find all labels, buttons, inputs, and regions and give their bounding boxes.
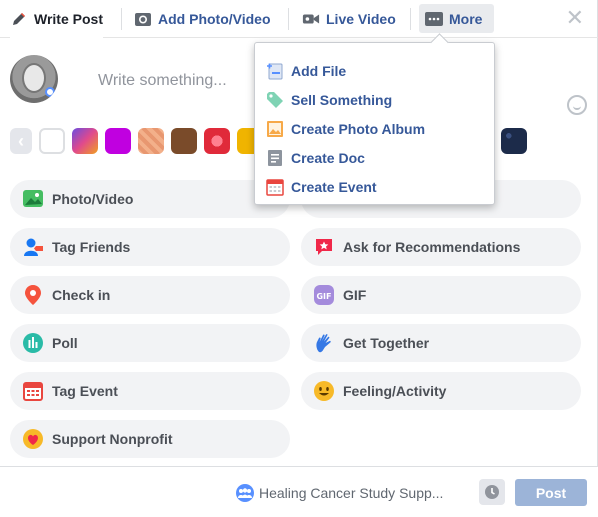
tab-label: Add Photo/Video — [158, 10, 271, 27]
action-label: Ask for Recommendations — [343, 239, 521, 255]
tab-divider — [121, 8, 122, 30]
palette-swatch[interactable] — [501, 128, 527, 154]
photo-album-icon — [265, 119, 285, 139]
background-palette: ‹ — [10, 128, 263, 156]
action-label: Tag Friends — [52, 239, 131, 255]
action-label: Support Nonprofit — [52, 431, 173, 447]
tag-icon — [265, 90, 285, 110]
calendar-icon — [21, 379, 45, 403]
menu-item-create-doc[interactable]: Create Doc — [255, 143, 494, 172]
group-icon — [236, 484, 254, 502]
wave-hand-icon — [312, 331, 336, 355]
palette-swatch[interactable] — [138, 128, 164, 154]
doc-icon — [265, 148, 285, 168]
tag-friends-icon — [21, 235, 45, 259]
tab-label: Write Post — [34, 10, 103, 27]
menu-item-add-file[interactable]: Add File — [255, 56, 494, 85]
action-tag-event[interactable]: Tag Event — [10, 372, 290, 410]
smiley-icon — [312, 379, 336, 403]
menu-item-label: Add File — [291, 62, 347, 79]
close-icon[interactable]: ✕ — [566, 7, 584, 29]
audience-label: Healing Cancer Study Supp... — [259, 485, 444, 501]
action-gif[interactable]: GIF GIF — [301, 276, 581, 314]
gif-icon: GIF — [312, 283, 336, 307]
post-text-input[interactable]: Write something... — [98, 72, 227, 90]
palette-prev-button[interactable]: ‹ — [10, 128, 32, 154]
post-composer: Write Post Add Photo/Video Live Video Mo… — [0, 0, 598, 517]
tab-more[interactable]: More — [425, 0, 482, 37]
palette-swatch[interactable] — [39, 128, 65, 154]
recommendation-icon — [312, 235, 336, 259]
menu-item-sell-something[interactable]: Sell Something — [255, 85, 494, 114]
add-file-icon — [265, 61, 285, 81]
tab-write-post[interactable]: Write Post — [10, 0, 103, 38]
tab-live-video[interactable]: Live Video — [302, 0, 396, 37]
action-label: Get Together — [343, 335, 430, 351]
menu-item-label: Create Event — [291, 178, 377, 195]
calendar-icon — [265, 177, 285, 197]
action-get-together[interactable]: Get Together — [301, 324, 581, 362]
palette-swatch[interactable] — [72, 128, 98, 154]
tab-divider — [410, 8, 411, 30]
action-poll[interactable]: Poll — [10, 324, 290, 362]
action-photo-video[interactable]: Photo/Video — [10, 180, 290, 218]
camera-icon — [134, 10, 152, 28]
action-label: Poll — [52, 335, 78, 351]
action-support-nonprofit[interactable]: Support Nonprofit — [10, 420, 290, 458]
heart-icon — [21, 427, 45, 451]
pencil-icon — [10, 10, 28, 28]
menu-item-create-photo-album[interactable]: Create Photo Album — [255, 114, 494, 143]
photo-icon — [21, 187, 45, 211]
video-camera-icon — [302, 10, 320, 28]
action-tag-friends[interactable]: Tag Friends — [10, 228, 290, 266]
menu-item-label: Create Photo Album — [291, 120, 426, 137]
emoji-icon[interactable] — [567, 95, 587, 115]
svg-text:GIF: GIF — [316, 292, 331, 301]
poll-icon — [21, 331, 45, 355]
action-label: GIF — [343, 287, 367, 303]
action-label: Photo/Video — [52, 191, 134, 207]
tab-label: Live Video — [326, 10, 396, 27]
more-dots-icon — [425, 10, 443, 28]
menu-item-create-event[interactable]: Create Event — [255, 172, 494, 201]
action-label: Feeling/Activity — [343, 383, 447, 399]
avatar-badge-icon — [45, 87, 55, 97]
palette-swatch[interactable] — [105, 128, 131, 154]
schedule-clock-icon[interactable] — [479, 479, 505, 505]
tab-divider — [288, 8, 289, 30]
tab-add-photo-video[interactable]: Add Photo/Video — [134, 0, 271, 37]
menu-item-label: Sell Something — [291, 91, 393, 108]
action-ask-recommendations[interactable]: Ask for Recommendations — [301, 228, 581, 266]
action-feeling-activity[interactable]: Feeling/Activity — [301, 372, 581, 410]
action-label: Check in — [52, 287, 111, 303]
audience-selector[interactable]: Healing Cancer Study Supp... — [236, 484, 443, 502]
post-button[interactable]: Post — [515, 479, 587, 506]
tab-label: More — [449, 10, 483, 27]
location-pin-icon — [21, 283, 45, 307]
composer-tabs: Write Post Add Photo/Video Live Video Mo… — [0, 0, 598, 38]
palette-swatch[interactable] — [204, 128, 230, 154]
action-check-in[interactable]: Check in — [10, 276, 290, 314]
composer-footer: Healing Cancer Study Supp... — [0, 466, 598, 517]
palette-swatch[interactable] — [171, 128, 197, 154]
menu-item-label: Create Doc — [291, 149, 365, 166]
action-label: Tag Event — [52, 383, 118, 399]
avatar-face — [22, 63, 46, 93]
avatar[interactable] — [10, 55, 58, 103]
more-dropdown-menu: Add File Sell Something Create Photo Alb… — [254, 42, 495, 205]
